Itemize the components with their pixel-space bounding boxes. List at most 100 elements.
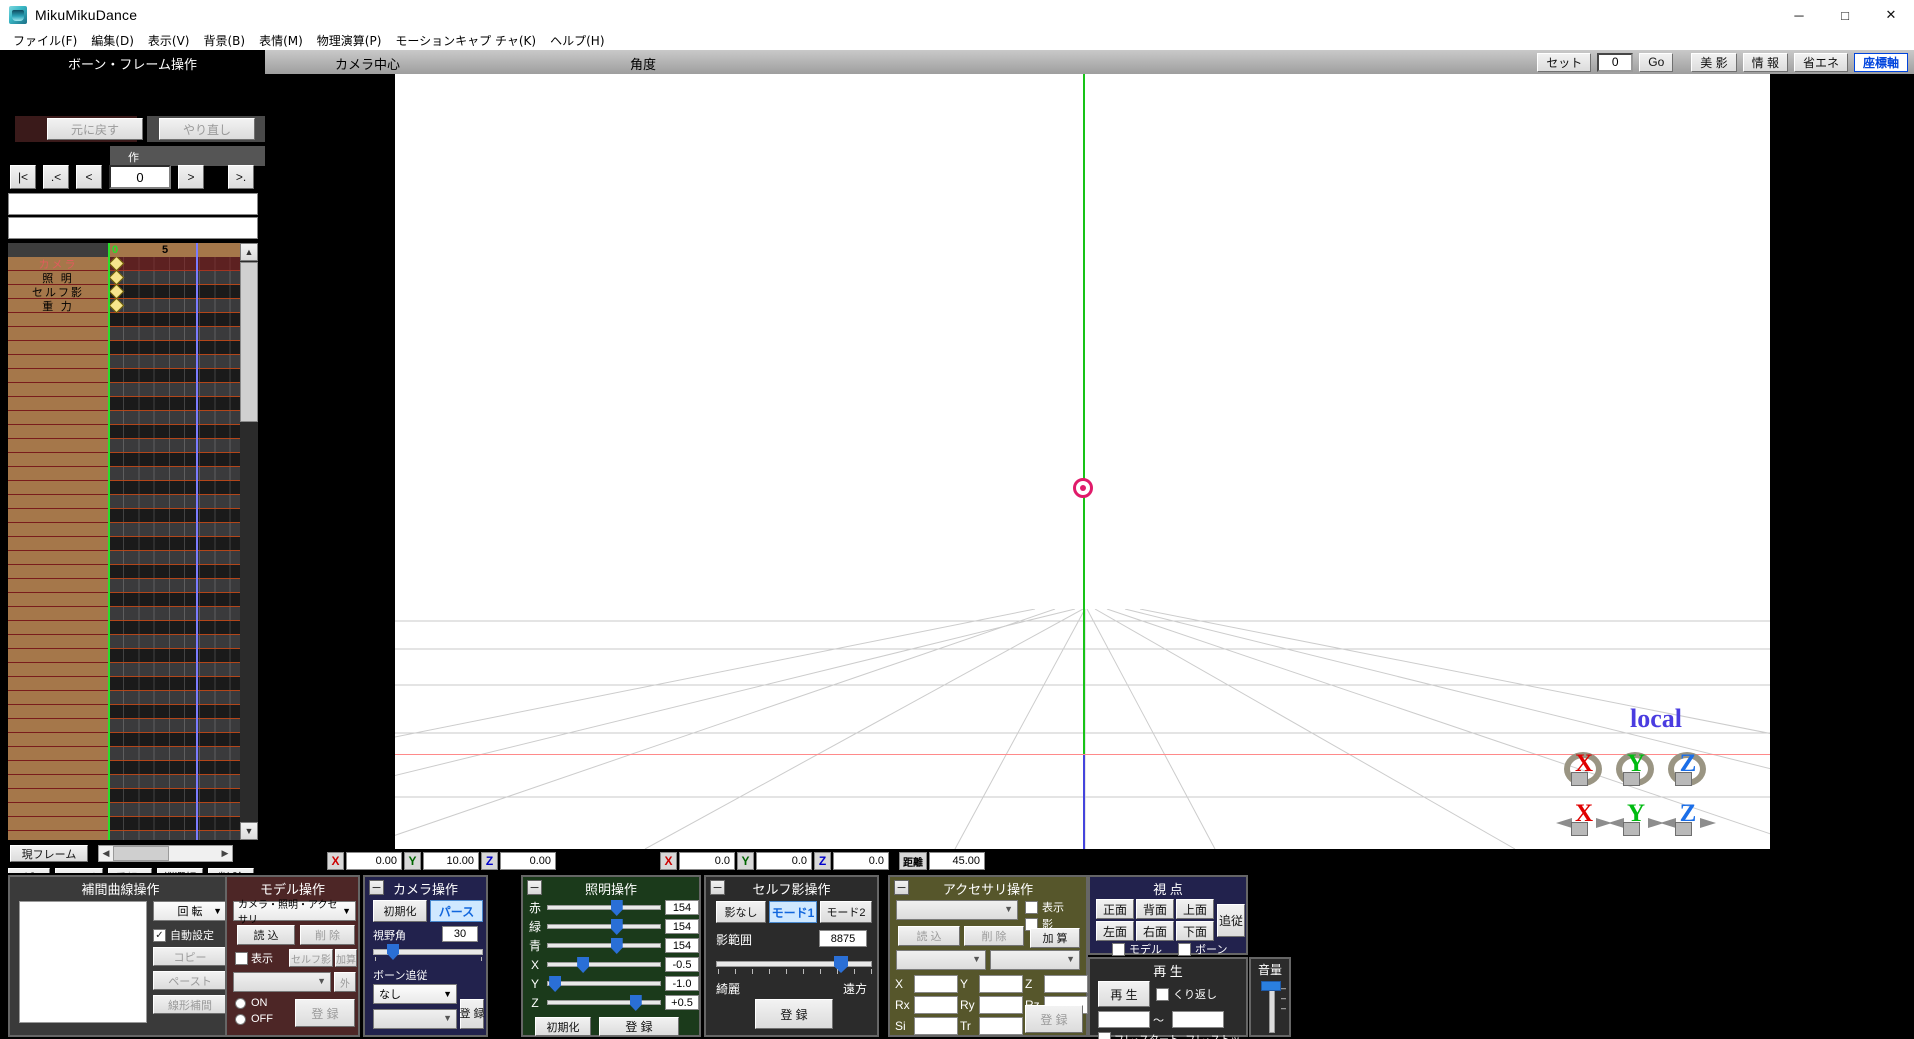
timeline-row-cells[interactable] [108,257,240,272]
menu-help[interactable]: ヘルプ(H) [543,30,611,51]
model-outside-button[interactable]: 外 [334,972,356,992]
table-row[interactable] [8,761,240,775]
timeline-row-cells[interactable] [108,663,240,677]
table-row[interactable] [8,663,240,677]
shadow-panel-minimize-icon[interactable]: ─ [710,880,725,895]
coord-y-value[interactable]: 10.00 [423,852,479,870]
light-slider-value[interactable]: -1.0 [665,976,699,991]
timeline-row-label[interactable] [8,761,108,775]
timeline-row-label[interactable] [8,747,108,761]
angle-y-value[interactable]: 0.0 [756,852,812,870]
timeline-row-label[interactable] [8,453,108,467]
gizmo-rotate-x-icon[interactable]: X [1558,746,1610,796]
view-follow-button[interactable]: 追従 [1217,904,1245,937]
nav-next-key-button[interactable]: >. [228,165,254,189]
timeline-row-cells[interactable] [108,705,240,719]
table-row[interactable] [8,621,240,635]
coord-x-value[interactable]: 0.00 [346,852,402,870]
view-top-button[interactable]: 上面 [1176,899,1214,919]
table-row[interactable] [8,509,240,523]
frame-timeline[interactable]: 0 5 カメラ照 明セルフ影重 力 [8,243,240,840]
timeline-row-label[interactable] [8,663,108,677]
timeline-row-cells[interactable] [108,509,240,523]
table-row[interactable] [8,747,240,761]
camera-center-marker[interactable] [1072,478,1093,498]
table-row[interactable] [8,565,240,579]
gizmo-rotate-z-icon[interactable]: Z [1662,746,1714,796]
table-row[interactable] [8,425,240,439]
table-row[interactable] [8,537,240,551]
timeline-row-cells[interactable] [108,313,240,327]
angle-z-value[interactable]: 0.0 [833,852,889,870]
timeline-row-label[interactable] [8,355,108,369]
table-row[interactable] [8,355,240,369]
timeline-row-label[interactable] [8,817,108,831]
axis-gizmo-group[interactable]: XYZXYZ [1556,746,1716,846]
beauty-shadow-button[interactable]: 美 影 [1691,52,1737,72]
timeline-row-label[interactable] [8,565,108,579]
axis-display-button[interactable]: 座標軸 [1853,52,1908,72]
camera-perspective-button[interactable]: パース [430,900,483,922]
table-row[interactable] [8,593,240,607]
timeline-row-cells[interactable] [108,621,240,635]
table-row[interactable] [8,705,240,719]
timeline-row-label[interactable] [8,495,108,509]
timeline-row-label[interactable]: 重 力 [8,299,108,313]
timeline-row-cells[interactable] [108,789,240,803]
table-row[interactable] [8,397,240,411]
view-front-button[interactable]: 正面 [1096,899,1134,919]
light-slider-knob[interactable] [610,900,623,916]
timeline-row-label[interactable] [8,397,108,411]
model-on-radio[interactable]: ON [235,997,268,1009]
light-slider-track[interactable] [547,919,661,935]
shadow-range-value[interactable]: 8875 [819,930,867,947]
table-row[interactable]: 重 力 [8,297,240,314]
interpolation-mode-combo[interactable]: 回 転 ▼ [153,901,227,921]
nav-prev-key-button[interactable]: .< [43,165,69,189]
camera-panel-minimize-icon[interactable]: ─ [369,880,384,895]
timeline-row-cells[interactable] [108,523,240,537]
info-button[interactable]: 情 報 [1742,52,1788,72]
bone-name-field[interactable] [8,193,258,215]
menu-motion-capture[interactable]: モーションキャプ チャ(K) [388,30,543,51]
table-row[interactable] [8,607,240,621]
frame-start-checkbox[interactable]: フレ･スタート [1098,1031,1179,1039]
light-slider-track[interactable] [547,938,661,954]
model-load-button[interactable]: 読 込 [237,925,295,945]
timeline-row-cells[interactable] [108,551,240,565]
timeline-row-cells[interactable] [108,537,240,551]
accessory-select-combo[interactable]: ▼ [896,900,1018,920]
timeline-row-label[interactable] [8,691,108,705]
power-save-button[interactable]: 省エネ [1793,52,1848,72]
view-bottom-button[interactable]: 下面 [1176,921,1214,941]
timeline-row-cells[interactable] [108,341,240,355]
shadow-register-button[interactable]: 登 録 [755,999,833,1029]
view-back-button[interactable]: 背面 [1136,899,1174,919]
table-row[interactable] [8,341,240,355]
light-panel-minimize-icon[interactable]: ─ [527,880,542,895]
hscroll-left-icon[interactable]: ◀ [99,846,113,861]
playback-range-end-input[interactable] [1172,1011,1224,1028]
timeline-row-label[interactable] [8,425,108,439]
angle-x-value[interactable]: 0.0 [679,852,735,870]
timeline-row-label[interactable] [8,509,108,523]
view-model-checkbox[interactable]: モデル [1112,941,1162,957]
timeline-row-cells[interactable] [108,649,240,663]
timeline-row-cells[interactable] [108,355,240,369]
timeline-row-label[interactable] [8,411,108,425]
timeline-row-cells[interactable] [108,453,240,467]
camera-register-button[interactable]: 登 録 [459,999,485,1029]
undo-button[interactable]: 元に戻す [47,118,143,140]
model-select-combo[interactable]: カメラ・照明・アクセサリ ▼ [233,900,356,926]
timeline-row-cells[interactable] [108,565,240,579]
timeline-row-cells[interactable] [108,579,240,593]
light-slider-track[interactable] [547,957,661,973]
timeline-row-label[interactable] [8,607,108,621]
table-row[interactable] [8,691,240,705]
accessory-field-input[interactable] [979,996,1023,1014]
light-slider-value[interactable]: 154 [665,938,699,953]
shadow-none-button[interactable]: 影なし [716,901,766,923]
accessory-field-input[interactable] [914,1017,958,1035]
timeline-row-cells[interactable] [108,635,240,649]
timeline-vscrollbar[interactable]: ▲ ▼ [240,243,258,840]
